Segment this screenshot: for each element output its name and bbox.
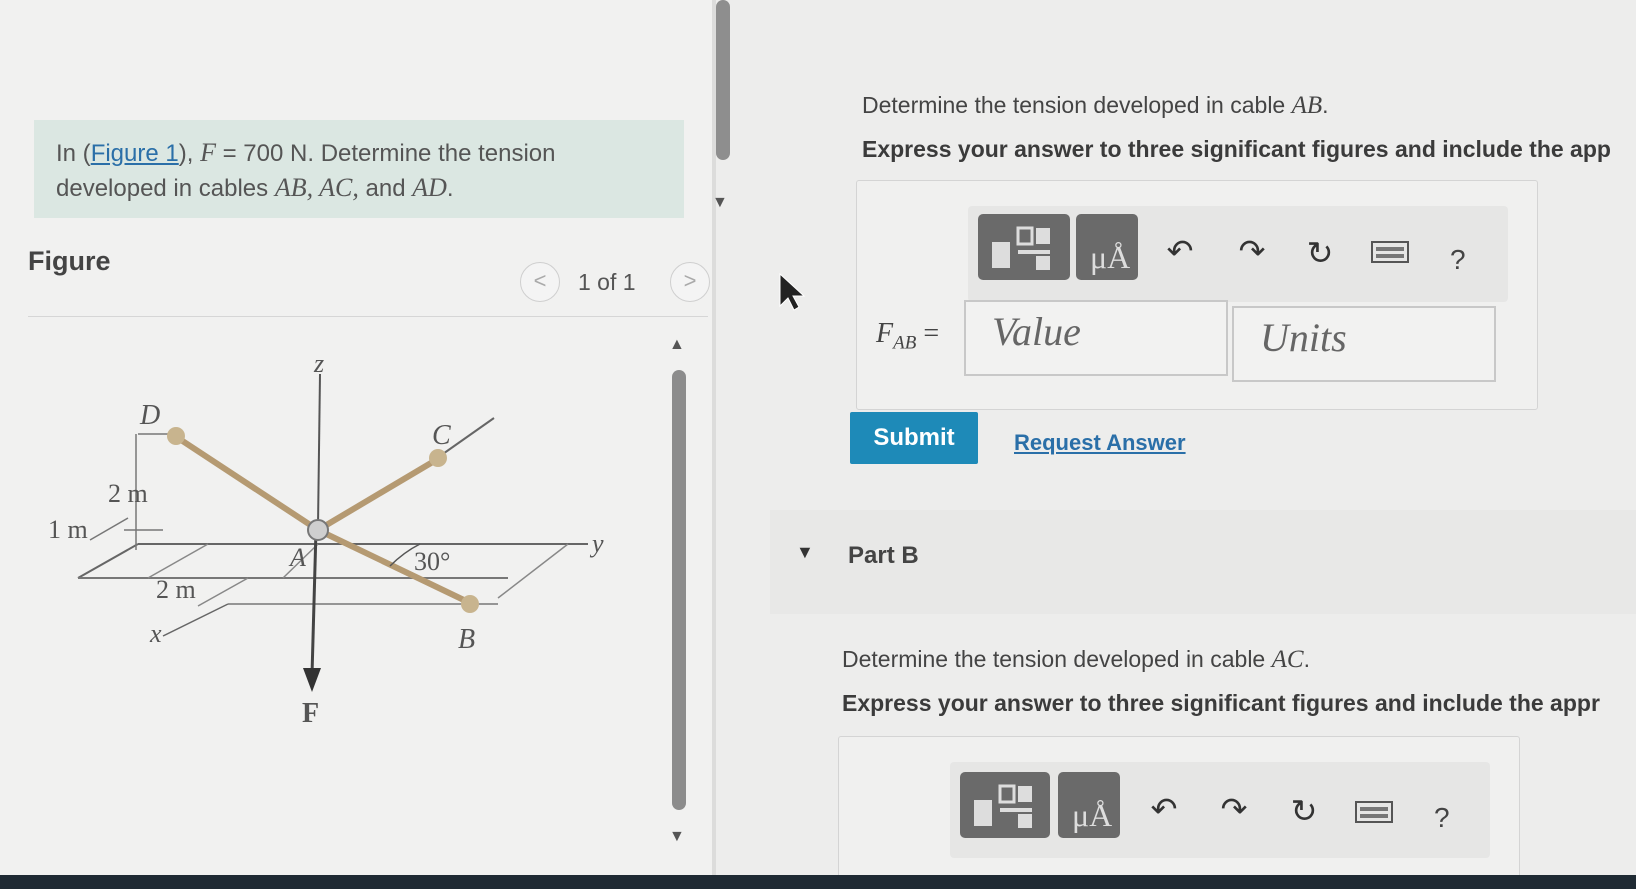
dimension-2m-x: 2 m	[156, 575, 196, 604]
chevron-left-icon: <	[533, 268, 547, 293]
cable-name: AB	[1291, 92, 1323, 119]
request-answer-link[interactable]: Request Answer	[1014, 430, 1186, 456]
question-text: Determine the tension developed in cable	[842, 646, 1272, 672]
templates-button[interactable]	[960, 772, 1050, 838]
units-angstrom-icon: μÅ	[1090, 239, 1130, 275]
redo-icon[interactable]: ↷	[1232, 232, 1272, 270]
figure-diagram: z y x D C A B F 2 m 1 m 2 m 30°	[48, 349, 604, 729]
fraction-template-icon	[974, 784, 1032, 828]
mouse-cursor-icon	[779, 272, 806, 311]
y-axis-label: y	[589, 529, 604, 558]
submit-button[interactable]: Submit	[850, 412, 978, 464]
part-b-label[interactable]: Part B	[848, 542, 919, 570]
part-b-question: Determine the tension developed in cable…	[842, 646, 1310, 674]
dimension-2m-vertical: 2 m	[108, 479, 148, 508]
point-b-label: B	[458, 624, 475, 655]
cable-names: AB, AC,	[274, 173, 359, 202]
figure-scrollbar-thumb[interactable]	[672, 370, 686, 810]
undo-icon[interactable]: ↶	[1144, 790, 1184, 828]
figure-title: Figure	[28, 246, 111, 276]
scroll-up-arrow-icon[interactable]: ▲	[669, 336, 685, 354]
part-b-instruction: Express your answer to three significant…	[842, 690, 1600, 716]
point-a-label: A	[288, 543, 306, 572]
problem-text: . Determine the tension	[307, 140, 556, 167]
point-d-label: D	[139, 400, 160, 431]
keyboard-icon[interactable]	[1370, 236, 1410, 273]
figure-link[interactable]: Figure 1	[91, 140, 179, 167]
part-a-instruction: Express your answer to three significant…	[862, 136, 1611, 162]
cable-name: AC	[1271, 646, 1304, 673]
figure-separator	[28, 316, 708, 317]
question-text: Determine the tension developed in cable	[862, 92, 1292, 118]
part-a-question: Determine the tension developed in cable…	[862, 92, 1329, 120]
dimension-1m: 1 m	[48, 515, 88, 544]
units-button[interactable]: μÅ	[1076, 214, 1138, 280]
svg-text:μÅ: μÅ	[1090, 239, 1130, 275]
force-value: = 700 N	[215, 140, 308, 167]
scroll-down-arrow-icon[interactable]: ▼	[712, 194, 728, 212]
scroll-down-arrow-icon[interactable]: ▼	[669, 828, 685, 846]
fraction-template-icon	[992, 226, 1050, 270]
answer-equals: =	[916, 318, 940, 349]
answer-subscript: AB	[893, 332, 917, 354]
next-figure-button[interactable]: >	[670, 262, 710, 302]
point-c-label: C	[432, 420, 451, 451]
problem-text: In (	[56, 140, 91, 167]
figure-pager: < 1 of 1 >	[520, 262, 710, 302]
figure-count: 1 of 1	[578, 269, 636, 295]
units-button[interactable]: μÅ	[1058, 772, 1120, 838]
undo-icon[interactable]: ↶	[1160, 232, 1200, 270]
value-input[interactable]: Value	[964, 300, 1228, 376]
reset-icon[interactable]: ↻	[1300, 234, 1340, 272]
angle-label: 30°	[414, 547, 450, 576]
svg-text:μÅ: μÅ	[1072, 797, 1112, 833]
problem-text: ),	[178, 140, 201, 167]
keyboard-icon[interactable]	[1354, 796, 1394, 833]
prev-figure-button[interactable]: <	[520, 262, 560, 302]
cable-name-ad: AD	[412, 173, 447, 202]
question-text: .	[1303, 646, 1310, 672]
redo-icon[interactable]: ↷	[1214, 790, 1254, 828]
force-f-label: F	[302, 698, 319, 729]
answer-symbol: F	[876, 318, 894, 349]
answer-label: FAB =	[876, 318, 939, 355]
units-angstrom-icon: μÅ	[1072, 797, 1112, 833]
force-symbol: F	[200, 138, 216, 167]
reset-icon[interactable]: ↻	[1284, 792, 1324, 830]
caret-down-icon[interactable]: ▼	[796, 542, 814, 563]
problem-statement: In (Figure 1), F = 700 N. Determine the …	[34, 120, 684, 218]
problem-text: and	[358, 175, 413, 202]
templates-button[interactable]	[978, 214, 1070, 280]
chevron-right-icon: >	[683, 268, 697, 293]
units-input[interactable]: Units	[1232, 306, 1496, 382]
question-text: .	[1322, 92, 1329, 118]
x-axis-label: x	[149, 619, 162, 648]
help-button[interactable]: ?	[1434, 802, 1450, 834]
taskbar	[0, 875, 1636, 889]
problem-text: .	[446, 175, 454, 202]
help-button[interactable]: ?	[1450, 244, 1466, 276]
pane-scrollbar-thumb[interactable]	[716, 0, 730, 160]
z-axis-label: z	[313, 349, 324, 378]
problem-text: developed in cables	[56, 175, 275, 202]
